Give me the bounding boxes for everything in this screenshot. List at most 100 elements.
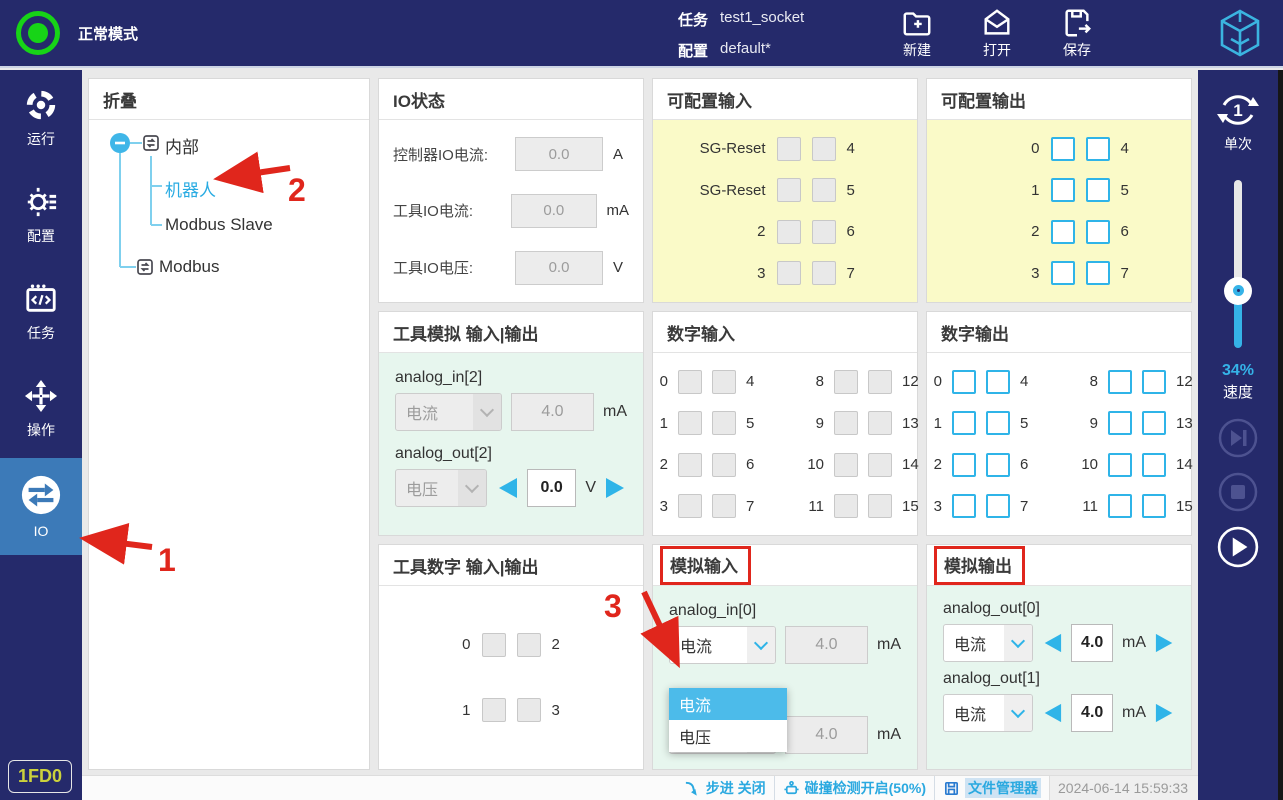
checkbox[interactable] xyxy=(986,370,1010,394)
do-row: 04812 xyxy=(927,370,1191,394)
do-row: 15913 xyxy=(927,411,1191,435)
sidebar-item-config-label: 配置 xyxy=(27,226,55,246)
code-window-icon xyxy=(24,282,58,316)
speed-label: 速度 xyxy=(1223,381,1253,402)
checkbox[interactable] xyxy=(1051,261,1075,285)
di-row: 371115 xyxy=(653,494,917,518)
slider-knob[interactable] xyxy=(1224,277,1252,305)
analog-out-2-value-input[interactable]: 0.0 xyxy=(527,469,576,507)
open-button[interactable]: 打开 xyxy=(961,7,1033,60)
digital-output-panel: 数字输出 04812 15913 261014 371115 xyxy=(926,311,1192,536)
analog-out-2-label: analog_out[2] xyxy=(395,445,627,463)
checkbox[interactable] xyxy=(986,453,1010,477)
speed-slider[interactable] xyxy=(1224,180,1252,348)
file-manager-button[interactable]: 文件管理器 xyxy=(934,776,1049,800)
sidebar-item-operate[interactable]: 操作 xyxy=(0,361,82,458)
analog-in-1-value-field: 4.0 xyxy=(785,716,868,754)
increment-arrow-button[interactable] xyxy=(605,476,627,500)
io-swap-icon xyxy=(20,474,62,516)
checkbox[interactable] xyxy=(1086,137,1110,161)
sidebar-item-io[interactable]: IO xyxy=(0,458,82,555)
checkbox[interactable] xyxy=(952,494,976,518)
decrement-arrow-button[interactable] xyxy=(1042,701,1062,725)
checkbox[interactable] xyxy=(1142,494,1166,518)
top-header: 正常模式 任务 test1_socket 配置 default* 新建 xyxy=(0,0,1283,68)
decrement-arrow-button[interactable] xyxy=(496,476,518,500)
checkbox[interactable] xyxy=(1086,178,1110,202)
io-row-value-field: 0.0 xyxy=(515,251,603,285)
tree-node-modbus-slave[interactable]: Modbus Slave xyxy=(165,215,273,235)
configurable-input-panel: 可配置输入 SG-Reset4 SG-Reset5 26 37 xyxy=(652,78,918,303)
do-row: 371115 xyxy=(927,494,1191,518)
dropdown-option-current[interactable]: 电流 xyxy=(669,688,787,720)
sidebar-item-task[interactable]: 任务 xyxy=(0,264,82,361)
checkbox[interactable] xyxy=(986,411,1010,435)
checkbox[interactable] xyxy=(1108,494,1132,518)
checkbox[interactable] xyxy=(952,370,976,394)
analog-output-header: 模拟输出 xyxy=(927,545,1191,586)
checkbox xyxy=(812,261,836,285)
checkbox[interactable] xyxy=(1051,178,1075,202)
checkbox xyxy=(712,370,736,394)
tree-node-robot[interactable]: 机器人 xyxy=(165,176,216,201)
analog-out-2-unit: V xyxy=(585,479,596,497)
tree-panel-title[interactable]: 折叠 xyxy=(89,79,369,120)
hex-status-badge: 1FD0 xyxy=(8,760,72,793)
checkbox[interactable] xyxy=(1142,453,1166,477)
single-cycle-control[interactable]: 1 单次 xyxy=(1214,86,1262,154)
checkbox[interactable] xyxy=(1051,220,1075,244)
checkbox[interactable] xyxy=(986,494,1010,518)
checkbox[interactable] xyxy=(1086,220,1110,244)
cfg-in-row: 26 xyxy=(653,220,917,244)
cfg-in-row: SG-Reset4 xyxy=(653,137,917,161)
checkbox[interactable] xyxy=(952,411,976,435)
save-button[interactable]: 保存 xyxy=(1041,7,1113,60)
checkbox xyxy=(777,137,801,161)
sidebar-item-config[interactable]: 配置 xyxy=(0,167,82,264)
checkbox[interactable] xyxy=(1108,411,1132,435)
node-swap-icon xyxy=(142,134,160,152)
step-mode-status[interactable]: 步进 关闭 xyxy=(676,776,774,800)
analog-out-0-type-select[interactable]: 电流 xyxy=(943,624,1033,662)
cfg-in-row: 37 xyxy=(653,261,917,285)
checkbox[interactable] xyxy=(1142,370,1166,394)
cycle-label: 单次 xyxy=(1224,134,1252,154)
analog-in-2-value-field: 4.0 xyxy=(511,393,594,431)
checkbox[interactable] xyxy=(1086,261,1110,285)
sidebar-item-run[interactable]: 运行 xyxy=(0,70,82,167)
checkbox[interactable] xyxy=(1051,137,1075,161)
collision-detection-status[interactable]: 碰撞检测开启(50%) xyxy=(774,776,934,800)
io-row-value-field: 0.0 xyxy=(511,194,596,228)
tree-node-modbus[interactable]: Modbus xyxy=(159,257,219,277)
decrement-arrow-button[interactable] xyxy=(1042,631,1062,655)
new-button[interactable]: 新建 xyxy=(881,7,953,60)
analog-in-0-type-select[interactable]: 电流 xyxy=(669,626,776,664)
checkbox[interactable] xyxy=(952,453,976,477)
configurable-output-body: 04 15 26 37 xyxy=(927,120,1191,302)
step-next-button xyxy=(1218,418,1258,458)
increment-arrow-button[interactable] xyxy=(1155,701,1175,725)
tool-analog-title: 工具模拟 输入|输出 xyxy=(379,312,643,353)
dropdown-option-voltage[interactable]: 电压 xyxy=(669,720,787,752)
slider-track-upper[interactable] xyxy=(1234,180,1242,291)
analog-in-1-unit: mA xyxy=(877,726,901,744)
tree-body: 内部 机器人 Modbus Slave Modbus xyxy=(89,120,369,769)
analog-out-0-value-input[interactable]: 4.0 xyxy=(1071,624,1113,662)
io-row-unit: V xyxy=(613,259,623,276)
io-row-label: 工具IO电压: xyxy=(393,257,515,278)
play-button[interactable] xyxy=(1217,526,1259,568)
checkbox[interactable] xyxy=(1142,411,1166,435)
chevron-down-icon xyxy=(1004,695,1032,731)
increment-arrow-button[interactable] xyxy=(1155,631,1175,655)
checkbox xyxy=(812,178,836,202)
bottom-status-bar: 步进 关闭 碰撞检测开启(50%) 文件管理器 2024-06-14 15:59… xyxy=(82,775,1198,800)
checkbox xyxy=(868,453,892,477)
brand-logo-icon xyxy=(1217,8,1263,63)
checkbox[interactable] xyxy=(1108,453,1132,477)
tree-node-internal[interactable]: 内部 xyxy=(165,133,199,158)
tool-analog-panel: 工具模拟 输入|输出 analog_in[2] 电流 4.0 mA analog… xyxy=(378,311,644,536)
analog-out-1-value-input[interactable]: 4.0 xyxy=(1071,694,1113,732)
mode-label: 正常模式 xyxy=(78,23,138,44)
checkbox[interactable] xyxy=(1108,370,1132,394)
analog-out-1-type-select[interactable]: 电流 xyxy=(943,694,1033,732)
